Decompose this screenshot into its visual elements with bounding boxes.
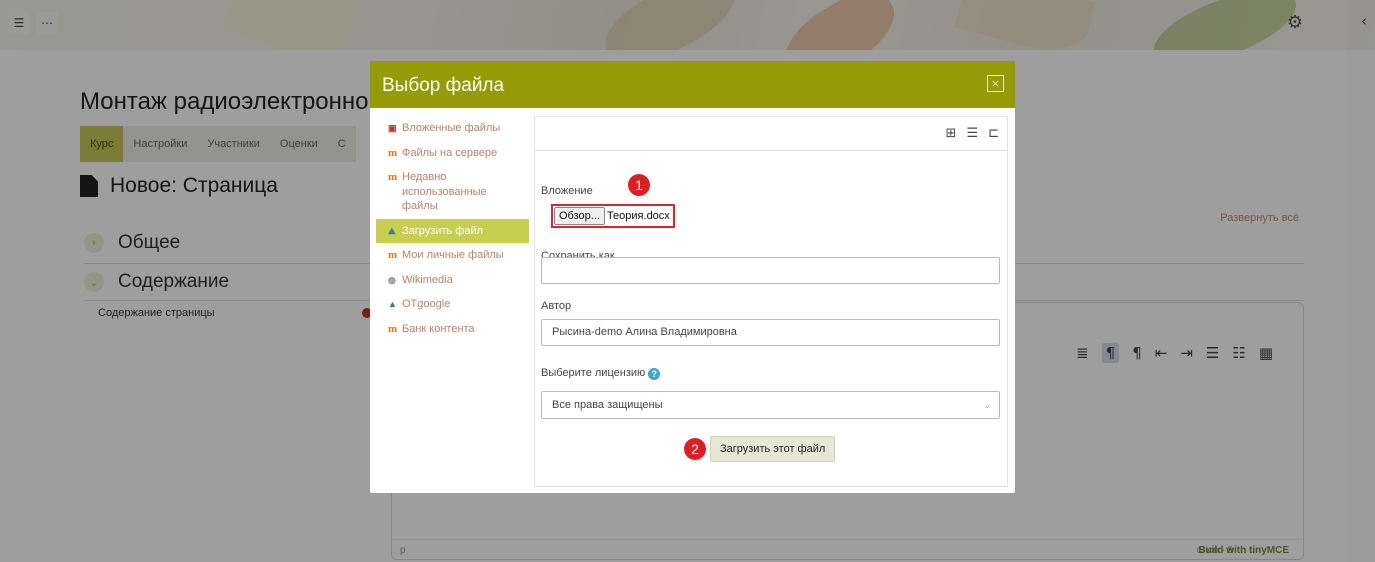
license-label: Выберите лицензию? (541, 367, 661, 380)
repo-label: Загрузить файл (402, 224, 484, 237)
repo-item-attached-files[interactable]: ▣ Вложенные файлы (376, 116, 529, 141)
repo-item-otgoogle[interactable]: ▲ OTgoogle (376, 292, 529, 317)
repo-label: OTgoogle (402, 298, 451, 311)
repo-label: Файлы на сервере (402, 146, 498, 159)
moodle-icon: m (388, 146, 398, 159)
repo-label: Wikimedia (402, 273, 453, 286)
attachment-label: Вложение (541, 185, 593, 197)
repo-item-upload-file[interactable]: ⛰ Загрузить файл (376, 218, 529, 244)
save-as-input[interactable] (541, 257, 1000, 284)
repo-label: Недавно использованные файлы (402, 171, 487, 213)
browse-button[interactable]: Обзор... (554, 207, 605, 225)
license-label-text: Выберите лицензию (541, 367, 646, 379)
author-input[interactable]: Рысина-demo Алина Владимировна (541, 319, 1000, 346)
chevron-down-icon: ⌄ (983, 400, 991, 410)
view-toolbar: ⊞ ☰ ⊏ (535, 117, 1007, 151)
upload-file-button[interactable]: Загрузить этот файл (710, 436, 836, 462)
repo-label: Вложенные файлы (402, 122, 501, 134)
repo-item-content-bank[interactable]: m Банк контента (376, 317, 529, 342)
moodle-icon: m (388, 322, 398, 335)
close-icon[interactable]: × (987, 75, 1004, 92)
dialog-title: Выбор файла (382, 75, 505, 96)
repo-item-private-files[interactable]: m Мои личные файлы (376, 243, 529, 268)
dialog-header: Выбор файла × (370, 61, 1015, 108)
repo-item-server-files[interactable]: m Файлы на сервере (376, 141, 529, 166)
moodle-icon: m (388, 249, 398, 262)
step-marker-2: 2 (684, 438, 706, 460)
list-view-icon[interactable]: ☰ (966, 126, 978, 141)
license-selected: Все права защищены (552, 399, 663, 411)
wikimedia-icon: ◍ (388, 274, 396, 285)
help-icon[interactable]: ? (648, 368, 661, 380)
tree-view-icon[interactable]: ⊏ (988, 126, 999, 141)
repo-label: Мои личные файлы (402, 249, 504, 262)
grid-view-icon[interactable]: ⊞ (946, 126, 957, 141)
repo-label: Банк контента (402, 322, 475, 335)
selected-file-name: Теория.docx (606, 210, 670, 222)
file-icon: ▣ (388, 123, 397, 133)
upload-icon: ⛰ (388, 225, 396, 236)
step-marker-1: 1 (628, 174, 650, 196)
repository-list: ▣ Вложенные файлы m Файлы на сервере m Н… (376, 116, 529, 341)
author-label: Автор (541, 300, 572, 312)
license-select[interactable]: Все права защищены ⌄ (541, 391, 1000, 419)
file-picker-dialog: Выбор файла × ▣ Вложенные файлы m Файлы … (370, 61, 1015, 493)
file-picker-content: ⊞ ☰ ⊏ Вложение 1 Обзор... Теория.docx Со… (534, 116, 1008, 487)
repo-item-recent-files[interactable]: m Недавно использованные файлы (376, 165, 529, 219)
moodle-icon: m (388, 171, 398, 184)
repo-item-wikimedia[interactable]: ◍ Wikimedia (376, 268, 529, 293)
google-drive-icon: ▲ (388, 299, 397, 310)
file-input[interactable]: Обзор... Теория.docx (551, 204, 675, 228)
